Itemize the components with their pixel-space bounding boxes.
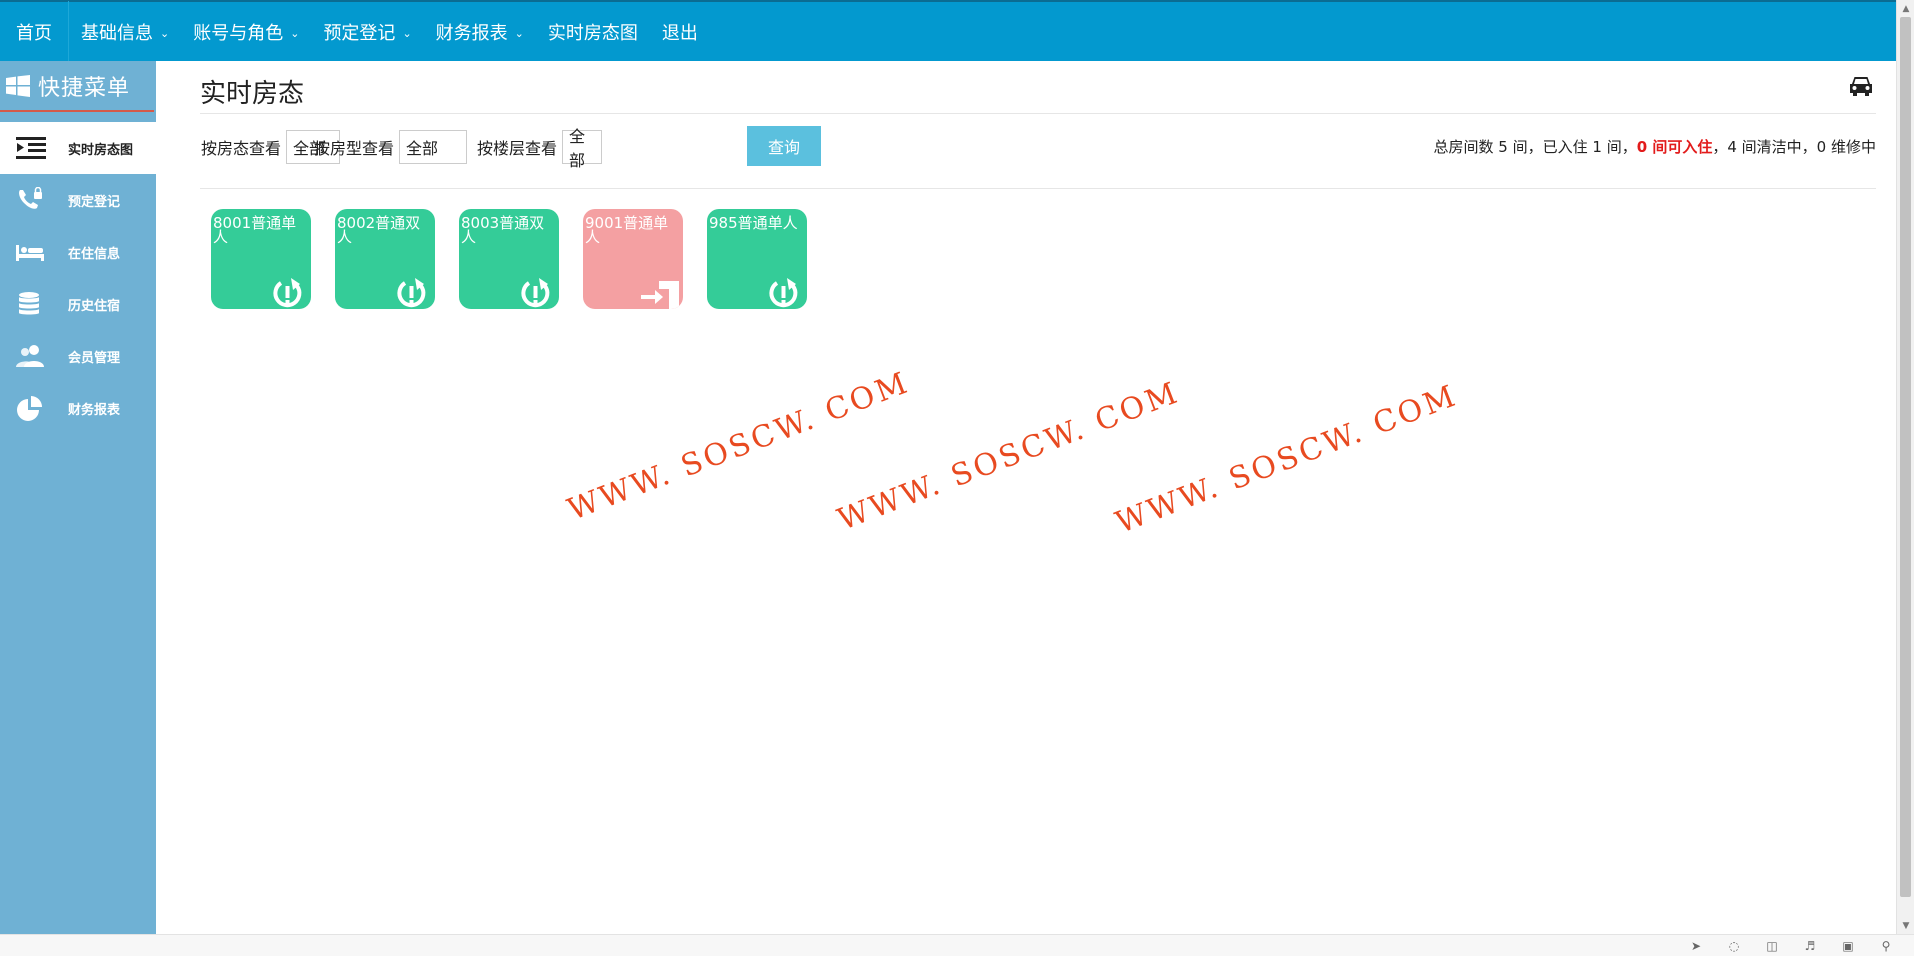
filter-floor: 按楼层查看 全部: [477, 127, 603, 170]
chevron-down-icon: ⌄: [514, 26, 524, 40]
sidebar-item-label: 在住信息: [68, 246, 121, 262]
phone-icon: [19, 187, 42, 209]
sidebar-item-history[interactable]: 历史住宿: [0, 278, 156, 330]
nav-basic-info[interactable]: 基础信息 ⌄: [69, 1, 181, 62]
nav-home[interactable]: 首页: [0, 1, 69, 62]
users-icon: [16, 345, 44, 367]
room-name: 985普通单人: [709, 214, 798, 232]
page-title: 实时房态: [200, 79, 305, 109]
zoom-icon[interactable]: ⚲: [1878, 938, 1894, 954]
windows-icon: [6, 74, 30, 97]
sidebar-item-reservation[interactable]: 预定登记: [0, 174, 156, 226]
room-card-8002[interactable]: 8002普通双人: [335, 209, 435, 309]
check-in-icon: [641, 281, 679, 309]
room-grid: 8001普通单人 8002普通双人 8003普通双人 9001普通单人 985普…: [211, 209, 831, 309]
sidebar-item-label: 预定登记: [68, 194, 121, 210]
sidebar-header: 快捷菜单: [0, 61, 154, 112]
sidebar-item-label: 财务报表: [68, 402, 121, 418]
refresh-alert-icon: [769, 278, 798, 308]
divider: [200, 113, 1876, 114]
sidebar-item-members[interactable]: 会员管理: [0, 330, 156, 382]
nav-logout-label: 退出: [661, 22, 698, 44]
top-nav-bar: 首页 基础信息 ⌄ 账号与角色 ⌄ 预定登记 ⌄ 财务报表 ⌄ 实时房态图 退出: [0, 0, 1896, 62]
summary-available: 0 间可入住: [1636, 138, 1713, 156]
room-name: 9001普通单人: [585, 214, 669, 246]
vertical-scrollbar[interactable]: ▲ ▼: [1896, 0, 1914, 934]
scroll-up-icon[interactable]: ▲: [1897, 0, 1914, 17]
room-card-8001[interactable]: 8001普通单人: [211, 209, 311, 309]
nav-finance-report-label: 财务报表: [435, 22, 508, 44]
sidebar: 快捷菜单 实时房态图 预定登记 在住信息 历史住宿 会员管理 财务报表: [0, 61, 156, 934]
rocket-icon[interactable]: ➤: [1688, 938, 1704, 954]
list-indent-icon: [16, 137, 46, 159]
chevron-down-icon: ⌄: [160, 26, 170, 40]
query-button[interactable]: 查询: [747, 126, 821, 166]
sidebar-item-label: 历史住宿: [68, 298, 121, 314]
nav-accounts-roles[interactable]: 账号与角色 ⌄: [181, 1, 311, 62]
sidebar-item-finance[interactable]: 财务报表: [0, 382, 156, 434]
filter-floor-select[interactable]: 全部: [562, 127, 603, 170]
main-content: 实时房态 按房态查看 全部 按房型查看 全部 按楼层查看 全部 查询 总房间数 …: [156, 61, 1896, 934]
filter-room-type-label: 按房型查看: [314, 139, 395, 158]
nav-room-status-map[interactable]: 实时房态图: [536, 1, 650, 62]
browser-status-bar: ➤ ◌ ◫ ♬ ▣ ⚲: [0, 934, 1914, 956]
database-icon: [19, 292, 39, 315]
nav-basic-info-label: 基础信息: [81, 22, 153, 44]
filter-room-type-select[interactable]: 全部: [399, 130, 468, 164]
pie-chart-icon: [17, 396, 42, 421]
nav-room-status-map-label: 实时房态图: [547, 22, 638, 44]
sidebar-title: 快捷菜单: [38, 75, 131, 101]
chevron-down-icon: ⌄: [402, 26, 412, 40]
nav-accounts-roles-label: 账号与角色: [193, 22, 284, 44]
refresh-alert-icon: [521, 278, 550, 308]
sidebar-item-label: 实时房态图: [68, 142, 134, 158]
nav-home-label: 首页: [16, 22, 52, 44]
nav-finance-report[interactable]: 财务报表 ⌄: [424, 1, 536, 62]
car-icon[interactable]: [1848, 73, 1874, 99]
summary-total: 总房间数 5 间，已入住 1 间，: [1433, 138, 1637, 156]
filter-floor-label: 按楼层查看: [477, 139, 558, 158]
nav-logout[interactable]: 退出: [650, 1, 710, 62]
bed-icon: [16, 245, 44, 261]
room-card-8003[interactable]: 8003普通双人: [459, 209, 559, 309]
sidebar-item-room-status[interactable]: 实时房态图: [0, 122, 156, 174]
room-summary: 总房间数 5 间，已入住 1 间，0 间可入住，4 间清洁中，0 维修中: [1434, 136, 1876, 157]
accelerate-icon[interactable]: ◌: [1726, 938, 1742, 954]
divider: [200, 188, 1876, 189]
summary-rest: ，4 间清洁中，0 维修中: [1712, 138, 1876, 156]
sidebar-item-label: 会员管理: [68, 350, 121, 366]
chevron-down-icon: ⌄: [290, 26, 300, 40]
scroll-down-icon[interactable]: ▼: [1897, 917, 1914, 934]
filter-room-type: 按房型查看 全部: [314, 130, 468, 164]
volume-icon[interactable]: ♬: [1802, 938, 1818, 954]
scrollbar-thumb[interactable]: [1900, 17, 1911, 897]
room-name: 8001普通单人: [213, 214, 297, 246]
room-card-9001[interactable]: 9001普通单人: [583, 209, 683, 309]
refresh-alert-icon: [397, 278, 426, 308]
room-card-985[interactable]: 985普通单人: [707, 209, 807, 309]
refresh-alert-icon: [273, 278, 302, 308]
room-name: 8002普通双人: [337, 214, 421, 246]
nav-reservation[interactable]: 预定登记 ⌄: [311, 1, 423, 62]
sidebar-item-in-house[interactable]: 在住信息: [0, 226, 156, 278]
room-name: 8003普通双人: [461, 214, 545, 246]
window-icon[interactable]: ▣: [1840, 938, 1856, 954]
filter-status-label: 按房态查看: [201, 139, 282, 158]
trash-icon[interactable]: ◫: [1764, 938, 1780, 954]
nav-reservation-label: 预定登记: [323, 22, 396, 44]
